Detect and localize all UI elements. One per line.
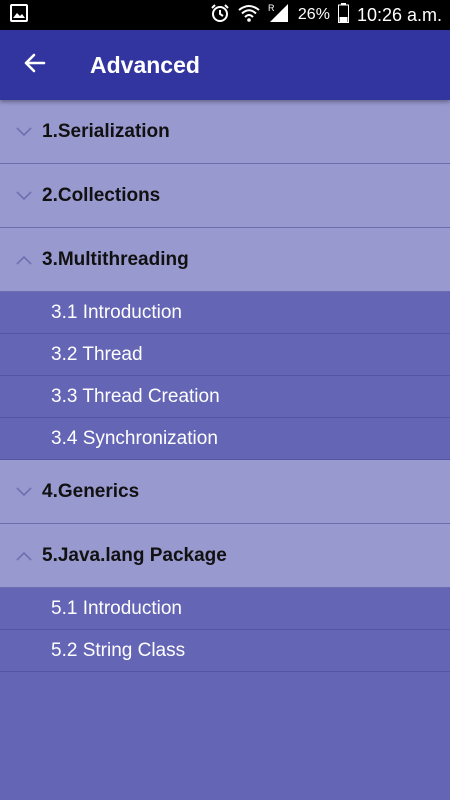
group-header[interactable]: 3.Multithreading <box>0 228 450 292</box>
gallery-icon <box>10 3 28 27</box>
group-label: 3.Multithreading <box>42 248 189 270</box>
battery-icon <box>337 2 349 28</box>
list-item[interactable]: 3.3 Thread Creation <box>0 376 450 418</box>
alarm-icon <box>210 3 230 28</box>
svg-text:R: R <box>268 3 275 13</box>
list-item[interactable]: 3.2 Thread <box>0 334 450 376</box>
group-label: 5.Java.lang Package <box>42 544 227 566</box>
list-item[interactable]: 5.1 Introduction <box>0 588 450 630</box>
group-header[interactable]: 2.Collections <box>0 164 450 228</box>
group-header[interactable]: 5.Java.lang Package <box>0 524 450 588</box>
signal-icon: R <box>268 3 290 28</box>
wifi-icon <box>238 4 260 27</box>
chevron-down-icon <box>15 486 33 498</box>
chevron-down-icon <box>15 126 33 138</box>
page-title: Advanced <box>90 51 200 78</box>
list-item[interactable]: 3.4 Synchronization <box>0 418 450 460</box>
group-header[interactable]: 1.Serialization <box>0 100 450 164</box>
battery-level: 26% <box>297 6 330 23</box>
clock: 10:26 a.m. <box>356 4 442 25</box>
group-label: 4.Generics <box>42 480 140 502</box>
back-button[interactable] <box>0 30 70 100</box>
list-item[interactable]: 3.1 Introduction <box>0 292 450 334</box>
topic-list: 1.Serialization 2.Collections 3.Multithrea… <box>0 100 450 672</box>
group-label: 2.Collections <box>42 184 161 206</box>
chevron-down-icon <box>15 190 33 202</box>
chevron-up-icon <box>15 550 33 562</box>
status-bar: R 26% 10:26 a.m. <box>0 0 450 30</box>
app-bar: Advanced <box>0 30 450 100</box>
group-label: 1.Serialization <box>42 120 170 142</box>
list-item[interactable]: 5.2 String Class <box>0 630 450 672</box>
group-header[interactable]: 4.Generics <box>0 460 450 524</box>
arrow-left-icon <box>24 53 46 78</box>
chevron-up-icon <box>15 254 33 266</box>
